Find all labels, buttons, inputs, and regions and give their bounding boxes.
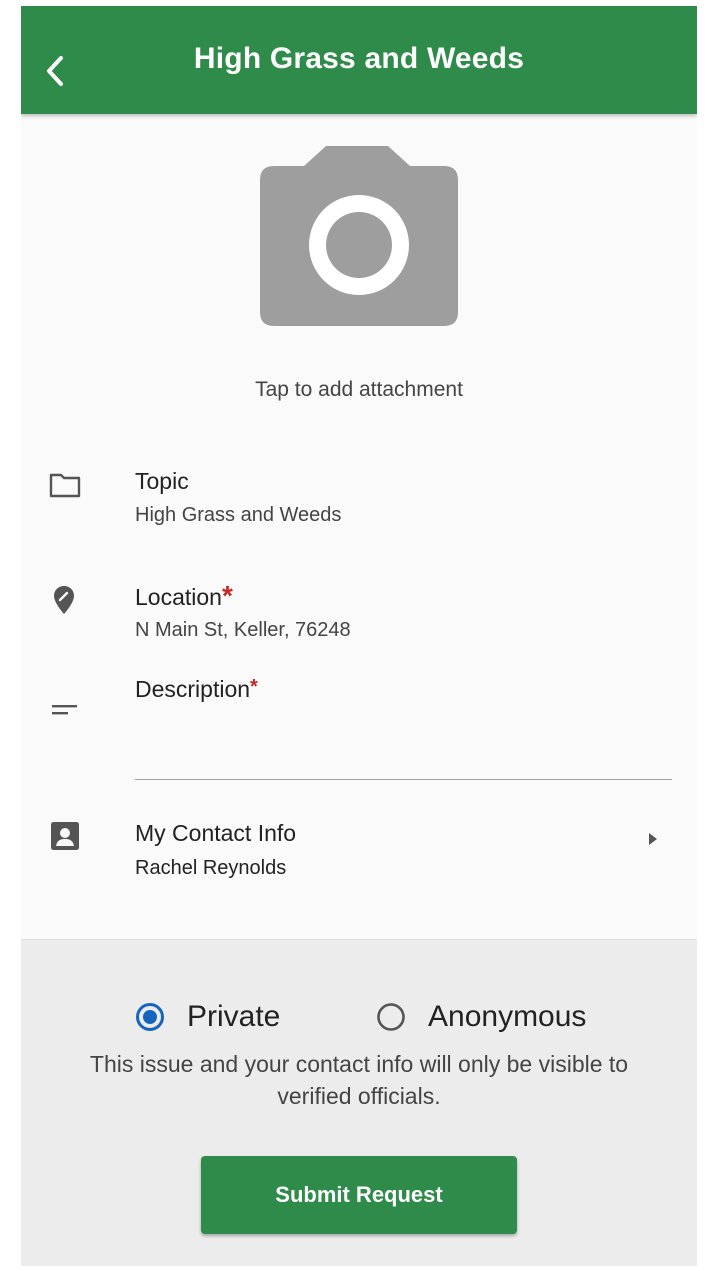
description-underline xyxy=(135,779,672,780)
topic-value: High Grass and Weeds xyxy=(135,504,342,526)
radio-private-label: Private xyxy=(187,1000,281,1033)
notes-icon xyxy=(52,705,77,715)
privacy-panel: Private Anonymous This issue and your co… xyxy=(21,939,697,1266)
folder-icon xyxy=(49,473,81,498)
topic-label: Topic xyxy=(135,468,189,494)
location-label-text: Location xyxy=(135,584,222,610)
submit-button[interactable]: Submit Request xyxy=(201,1156,517,1234)
contact-value: Rachel Reynolds xyxy=(135,857,287,879)
required-marker: * xyxy=(250,676,258,698)
radio-selected-icon xyxy=(136,1003,164,1031)
camera-icon xyxy=(260,146,458,326)
attachment-label: Tap to add attachment xyxy=(255,378,463,401)
radio-private[interactable]: Private xyxy=(135,997,280,1037)
chevron-right-icon xyxy=(649,833,657,845)
description-label-text: Description xyxy=(135,676,251,702)
location-value: N Main St, Keller, 76248 xyxy=(135,619,351,641)
page-title: High Grass and Weeds xyxy=(193,42,525,75)
privacy-notice: This issue and your contact info will on… xyxy=(89,1051,629,1109)
add-attachment-button[interactable] xyxy=(260,146,458,326)
location-label: Location* xyxy=(135,580,233,612)
report-screen: High Grass and Weeds Tap to add attachme… xyxy=(21,6,697,1266)
radio-anonymous[interactable]: Anonymous xyxy=(376,997,586,1037)
contact-label: My Contact Info xyxy=(135,820,297,846)
description-label: Description* xyxy=(135,676,258,703)
location-pin-icon xyxy=(54,586,74,614)
required-marker: * xyxy=(221,580,233,611)
radio-anonymous-label: Anonymous xyxy=(428,1000,587,1033)
contact-card-icon xyxy=(51,822,79,850)
radio-unselected-icon xyxy=(377,1003,405,1031)
app-bar: High Grass and Weeds xyxy=(21,6,697,114)
